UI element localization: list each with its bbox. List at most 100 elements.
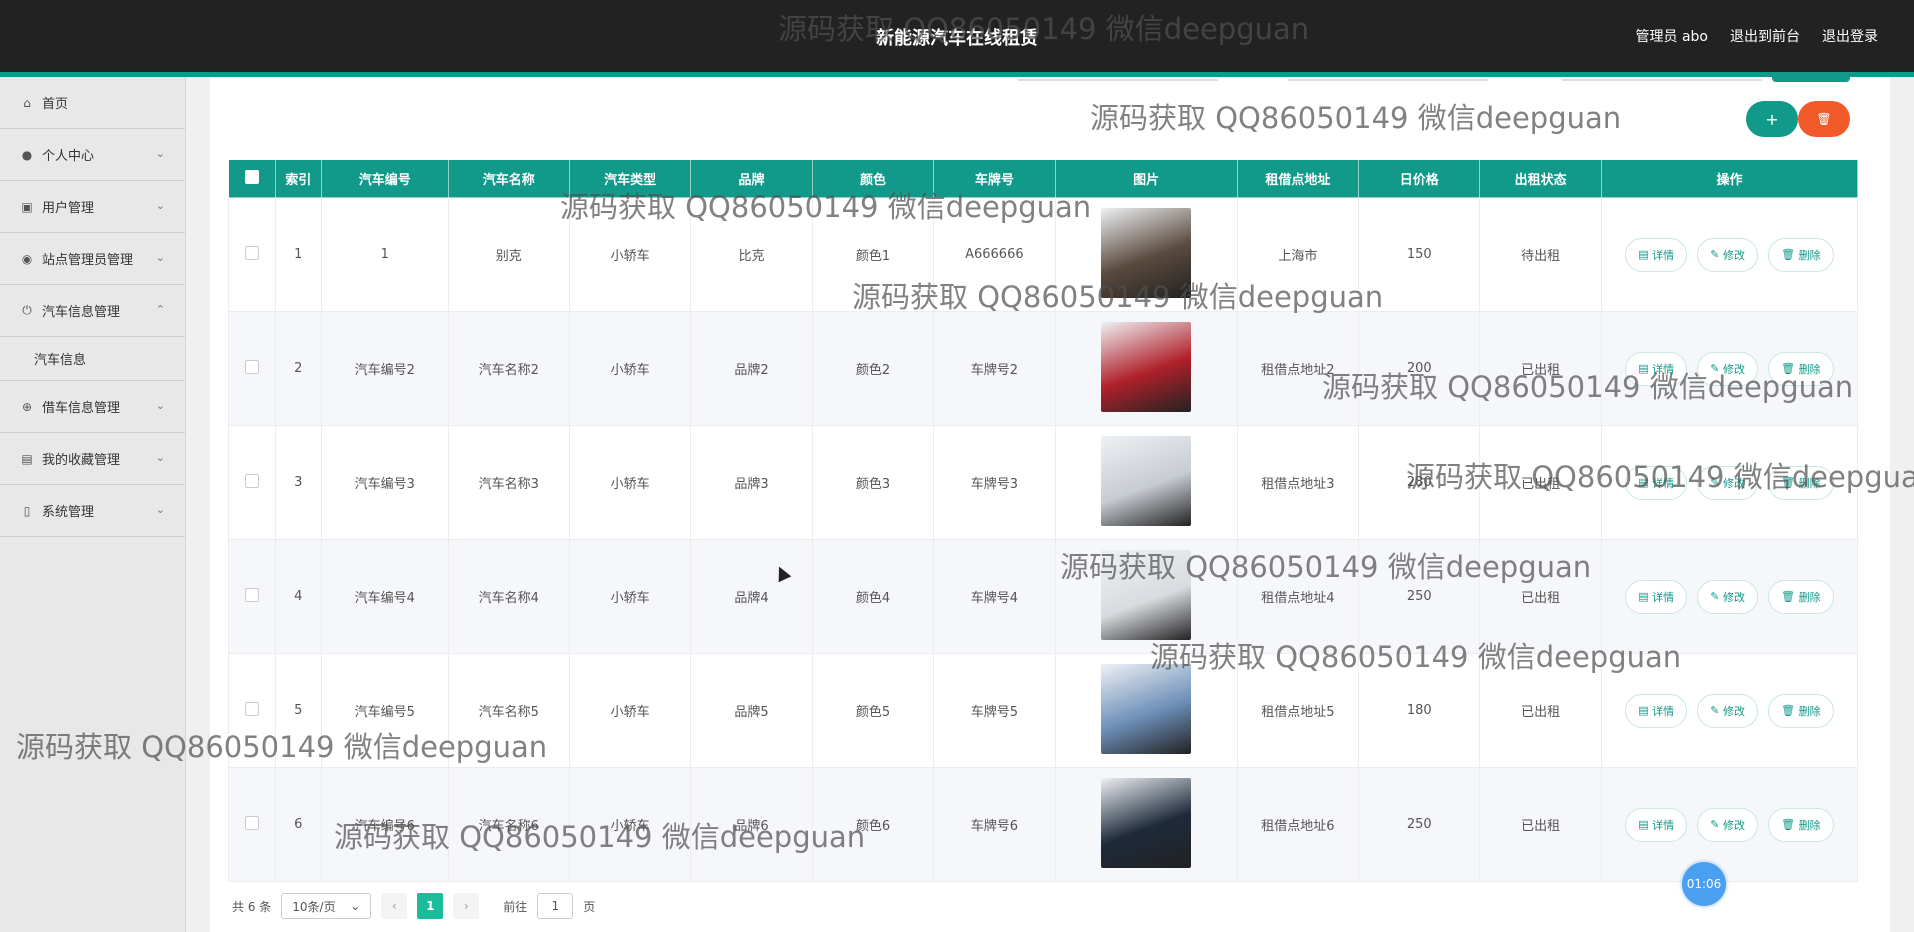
car-image[interactable] (1101, 321, 1192, 412)
sidebar-item-label: 系统管理 (42, 505, 95, 520)
page-button-current[interactable]: 1 (417, 893, 444, 919)
select-all-checkbox[interactable] (244, 169, 259, 184)
row-select-cell[interactable] (228, 539, 276, 654)
cell-code: 汽车编号6 (321, 767, 449, 882)
detail-button[interactable]: ▤ 详情 (1625, 351, 1688, 386)
cell-code: 1 (321, 197, 449, 312)
table-row: 6 汽车编号6 汽车名称6 小轿车 品牌6 颜色6 车牌号6 租借点地址6 250 已出租 ▤ 详… (228, 767, 1859, 882)
chevron-down-icon: ⌄ (155, 147, 165, 160)
cell-actions: ▤ 详情 ✎ 修改 🗑 删除 (1600, 197, 1859, 312)
edit-button[interactable]: ✎ 修改 (1697, 579, 1759, 614)
cell-color: 颜色6 (811, 767, 935, 882)
prev-page-button[interactable]: ‹ (381, 893, 408, 919)
cell-addr: 租借点地址4 (1236, 539, 1360, 654)
cell-brand: 品牌6 (690, 767, 813, 882)
car-image[interactable] (1101, 435, 1192, 526)
sidebar-item-users[interactable]: ▣ 用户管理 ⌄ (0, 181, 185, 233)
sidebar-item-profile[interactable]: ● 个人中心 ⌄ (0, 129, 185, 181)
delete-button[interactable]: 🗑 删除 (1768, 579, 1834, 614)
timer-badge[interactable]: 01:06 (1682, 862, 1726, 906)
sidebar-item-label: 借车信息管理 (42, 401, 121, 416)
detail-button[interactable]: ▤ 详情 (1625, 807, 1688, 842)
cell-status: 已出租 (1479, 653, 1602, 768)
delete-button[interactable]: 🗑 删除 (1768, 693, 1834, 728)
logout-link[interactable]: 退出登录 (1822, 26, 1878, 46)
goto-prefix: 前往 (503, 899, 528, 914)
edit-button[interactable]: ✎ 修改 (1697, 465, 1759, 500)
delete-button[interactable]: 🗑 删除 (1768, 237, 1834, 272)
row-select-cell[interactable] (228, 197, 276, 312)
delete-button[interactable]: 🗑 删除 (1768, 807, 1834, 842)
cell-type: 小轿车 (568, 311, 692, 426)
row-checkbox[interactable] (244, 815, 259, 830)
cell-price: 250 (1358, 767, 1481, 882)
row-select-cell[interactable] (228, 653, 276, 768)
trash-icon: 🗑 (1781, 590, 1799, 603)
pencil-icon: ✎ (1710, 590, 1724, 603)
delete-button[interactable]: 🗑 删除 (1768, 351, 1834, 386)
detail-button[interactable]: ▤ 详情 (1625, 237, 1688, 272)
edit-button[interactable]: ✎ 修改 (1697, 693, 1759, 728)
sidebar-item-home[interactable]: ⌂ 首页 (0, 77, 185, 129)
table-row: 3 汽车编号3 汽车名称3 小轿车 品牌3 颜色3 车牌号3 租借点地址3 280 已出租 ▤ 详… (228, 425, 1859, 540)
pencil-icon: ✎ (1710, 704, 1724, 717)
cell-plate: 车牌号5 (933, 653, 1056, 768)
column-header: 汽车名称 (447, 159, 570, 198)
row-select-cell[interactable] (228, 425, 276, 540)
header-actions: 管理员 abo 退出到前台 退出登录 (1636, 26, 1878, 46)
add-button[interactable]: + (1746, 101, 1798, 137)
sidebar-item-favorites[interactable]: ▤ 我的收藏管理 ⌄ (0, 433, 185, 485)
exit-to-front-link[interactable]: 退出到前台 (1730, 26, 1800, 46)
column-header: 汽车类型 (568, 159, 692, 198)
cell-plate: 车牌号3 (933, 425, 1056, 540)
cell-addr: 租借点地址2 (1236, 311, 1360, 426)
car-image[interactable] (1101, 207, 1192, 298)
page-size-select[interactable]: 10条/页 ⌄ (281, 893, 372, 919)
cell-image (1054, 767, 1238, 882)
row-checkbox[interactable] (244, 473, 259, 488)
table-row: 1 1 别克 小轿车 比克 颜色1 A666666 上海市 150 待出租 ▤ 详情 ✎ 修改 🗑… (228, 197, 1859, 312)
cell-name: 汽车名称6 (447, 767, 570, 882)
top-header: 新能源汽车在线租赁 管理员 abo 退出到前台 退出登录 (0, 0, 1914, 72)
cell-type: 小轿车 (568, 539, 692, 654)
badge-icon: ▯ (23, 503, 31, 518)
sidebar-item-borrow-info[interactable]: ⊕ 借车信息管理 ⌄ (0, 381, 185, 433)
cell-brand: 品牌5 (690, 653, 813, 768)
batch-delete-button[interactable]: 🗑 (1798, 101, 1850, 137)
sidebar-subitem-car-info[interactable]: 汽车信息 (0, 337, 185, 381)
cell-code: 汽车编号4 (321, 539, 449, 654)
car-image[interactable] (1101, 549, 1192, 640)
row-checkbox[interactable] (244, 359, 259, 374)
next-page-button[interactable]: › (453, 893, 480, 919)
cell-plate: 车牌号4 (933, 539, 1056, 654)
cell-image (1054, 197, 1238, 312)
detail-button[interactable]: ▤ 详情 (1625, 465, 1688, 500)
sidebar-item-system[interactable]: ▯ 系统管理 ⌄ (0, 485, 185, 537)
goto-page-input[interactable]: 1 (537, 893, 574, 919)
select-all-cell[interactable] (228, 159, 276, 198)
cell-name: 汽车名称5 (447, 653, 570, 768)
search-button-remnant[interactable] (1772, 77, 1850, 82)
row-checkbox[interactable] (244, 701, 259, 716)
cell-addr: 租借点地址3 (1236, 425, 1360, 540)
car-image[interactable] (1101, 663, 1192, 754)
delete-button[interactable]: 🗑 删除 (1768, 465, 1834, 500)
sidebar-item-label: 个人中心 (42, 149, 95, 164)
edit-button[interactable]: ✎ 修改 (1697, 351, 1759, 386)
pencil-icon: ✎ (1710, 476, 1724, 489)
car-image[interactable] (1101, 777, 1192, 868)
edit-button[interactable]: ✎ 修改 (1697, 807, 1759, 842)
row-select-cell[interactable] (228, 311, 276, 426)
detail-button[interactable]: ▤ 详情 (1625, 693, 1688, 728)
edit-button[interactable]: ✎ 修改 (1697, 237, 1759, 272)
row-checkbox[interactable] (244, 245, 259, 260)
trash-icon: 🗑 (1816, 112, 1832, 126)
row-checkbox[interactable] (244, 587, 259, 602)
sidebar-item-station-admins[interactable]: ◉ 站点管理员管理 ⌄ (0, 233, 185, 285)
sidebar-item-car-info[interactable]: ⏻ 汽车信息管理 ⌃ (0, 285, 185, 337)
detail-button[interactable]: ▤ 详情 (1625, 579, 1688, 614)
cell-code: 汽车编号5 (321, 653, 449, 768)
row-select-cell[interactable] (228, 767, 276, 882)
pagination: 共 6 条 10条/页 ⌄ ‹ 1 › 前往 1 页 (232, 893, 595, 919)
doc-icon: ▤ (1638, 248, 1653, 261)
